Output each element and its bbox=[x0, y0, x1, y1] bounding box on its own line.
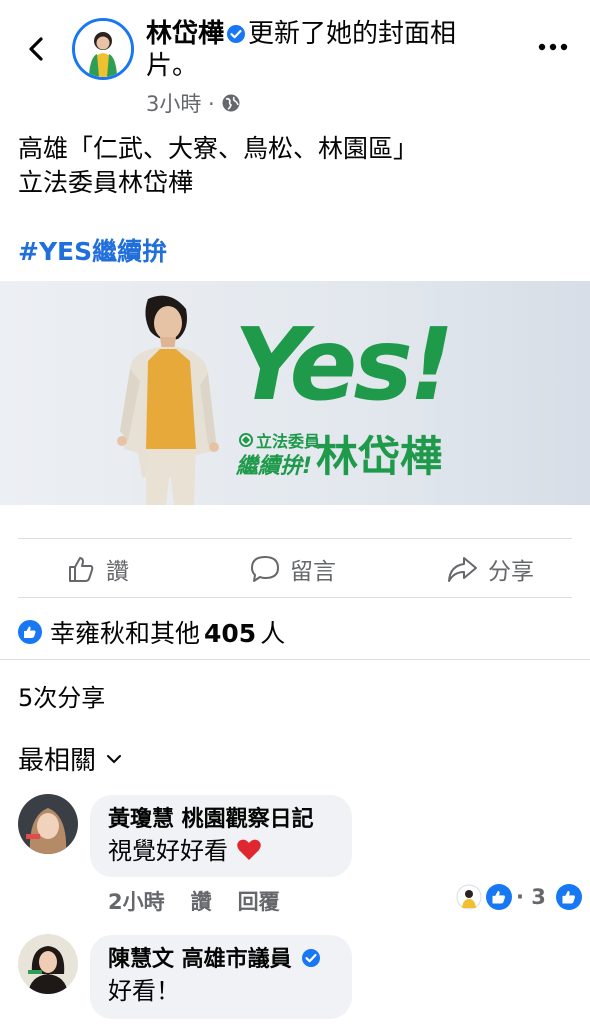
divider bbox=[0, 659, 590, 660]
post-action-bar: 讚 留言 分享 bbox=[18, 538, 572, 598]
comment-text: 視覺好好看 bbox=[108, 835, 334, 867]
comment-meta: 2小時 讚 回覆 bbox=[108, 886, 280, 916]
cover-photo-art: Yes! 立法委員 繼續拚! 林岱樺 bbox=[117, 295, 454, 505]
comment-bubble-icon bbox=[251, 556, 279, 582]
comment-reaction-count: · 3 bbox=[516, 885, 546, 909]
reactions-count: 405 bbox=[204, 619, 257, 648]
comment-author-row: 陳慧文 高雄市議員 bbox=[108, 945, 334, 975]
reactions-summary[interactable]: 幸雍秋和其他 405 人 bbox=[18, 614, 285, 650]
post-text: 高雄「仁武、大寮、鳥松、林園區」 立法委員林岱樺 bbox=[18, 132, 418, 200]
post-title: 林岱樺 更新了她的封面相片。 bbox=[146, 18, 506, 82]
reactions-suffix: 人 bbox=[260, 619, 286, 648]
like-reaction-icon bbox=[555, 884, 582, 910]
post-text-line: 立法委員林岱樺 bbox=[18, 168, 194, 197]
like-reaction-icon bbox=[18, 620, 42, 644]
sort-label: 最相關 bbox=[18, 746, 97, 776]
comment-text: 好看！ bbox=[108, 977, 180, 1005]
verified-badge-icon bbox=[227, 25, 246, 43]
reactor-avatar-icon bbox=[456, 884, 482, 910]
hashtag-link[interactable]: #YES繼續拚 bbox=[18, 232, 167, 268]
person-figure bbox=[117, 295, 219, 505]
comment-reactions[interactable]: · 3 bbox=[456, 884, 582, 910]
commenter-avatar[interactable] bbox=[18, 934, 78, 994]
red-heart-icon bbox=[236, 839, 261, 860]
like-button[interactable]: 讚 bbox=[66, 553, 129, 585]
back-arrow-icon[interactable] bbox=[22, 34, 52, 64]
verified-badge-icon bbox=[302, 949, 321, 967]
commenter-avatar[interactable] bbox=[18, 794, 78, 854]
comment-author[interactable]: 黃瓊慧 桃園觀察日記 bbox=[108, 805, 334, 835]
chevron-down-icon bbox=[107, 754, 122, 763]
post-time[interactable]: 3小時 · bbox=[146, 88, 215, 118]
comment-sort-dropdown[interactable]: 最相關 bbox=[18, 740, 122, 777]
like-label: 讚 bbox=[106, 559, 129, 585]
banner-name: 林岱樺 bbox=[316, 432, 442, 481]
comment-bubble: 陳慧文 高雄市議員 好看！ bbox=[90, 935, 352, 1019]
author-avatar[interactable] bbox=[72, 18, 134, 80]
share-button[interactable]: 分享 bbox=[446, 553, 534, 585]
comment-author[interactable]: 陳慧文 高雄市議員 bbox=[108, 947, 292, 972]
comment-time[interactable]: 2小時 bbox=[108, 886, 165, 916]
comment-bubble: 黃瓊慧 桃園觀察日記 視覺好好看 bbox=[90, 795, 352, 877]
share-label: 分享 bbox=[488, 559, 534, 585]
banner-slogan: 繼續拚! bbox=[235, 453, 312, 479]
comment-like-button[interactable]: 讚 bbox=[191, 886, 212, 916]
post-meta: 3小時 · bbox=[146, 88, 241, 118]
post-text-line: 高雄「仁武、大寮、鳥松、林園區」 bbox=[18, 134, 419, 163]
party-logo-icon bbox=[239, 433, 253, 447]
more-options-icon[interactable] bbox=[538, 40, 568, 54]
share-arrow-icon bbox=[448, 557, 477, 582]
reactions-text: 幸雍秋和其他 bbox=[50, 619, 201, 648]
shares-count[interactable]: 5次分享 bbox=[18, 678, 105, 713]
author-name[interactable]: 林岱樺 bbox=[146, 19, 224, 49]
like-reaction-icon bbox=[486, 884, 512, 910]
thumbs-up-icon bbox=[69, 557, 94, 582]
comment-label: 留言 bbox=[290, 559, 336, 585]
banner-role: 立法委員 bbox=[256, 432, 320, 451]
post-header: 林岱樺 更新了她的封面相片。 3小時 · bbox=[0, 0, 590, 118]
banner-headline: Yes! bbox=[234, 306, 450, 423]
comment-button[interactable]: 留言 bbox=[250, 553, 336, 585]
globe-icon bbox=[222, 94, 240, 112]
comment-reply-button[interactable]: 回覆 bbox=[238, 886, 280, 916]
cover-photo[interactable]: Yes! 立法委員 繼續拚! 林岱樺 bbox=[0, 281, 590, 505]
